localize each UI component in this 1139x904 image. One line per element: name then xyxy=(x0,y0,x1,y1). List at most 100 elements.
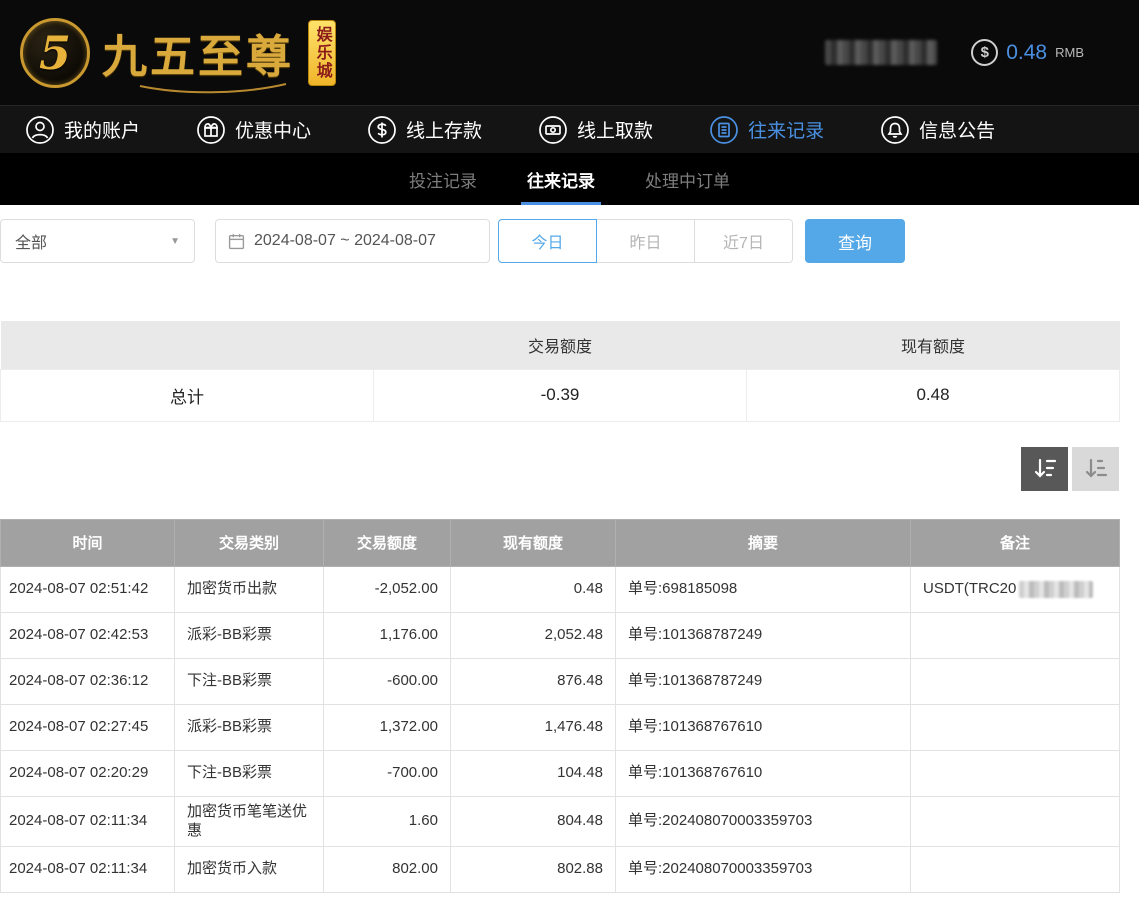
table-row: 2024-08-07 02:11:34 加密货币入款 802.00 802.88… xyxy=(1,846,1120,892)
nav-label: 线上存款 xyxy=(406,116,482,143)
nav-item-deposit[interactable]: 线上存款 xyxy=(367,115,482,145)
table-row: 2024-08-07 02:51:42 加密货币出款 -2,052.00 0.4… xyxy=(1,566,1120,612)
col-header-time: 时间 xyxy=(1,519,175,566)
brand-logo[interactable]: 5 九五至尊 娱乐城 xyxy=(20,18,336,88)
cell-remark: USDT(TRC20 xyxy=(911,566,1120,612)
cell-time: 2024-08-07 02:36:12 xyxy=(1,658,175,704)
cell-time: 2024-08-07 02:51:42 xyxy=(1,566,175,612)
nav-label: 往来记录 xyxy=(748,116,824,143)
cell-balance: 2,052.48 xyxy=(451,612,616,658)
chevron-down-icon: ▼ xyxy=(170,236,180,247)
cell-summary: 单号:101368767610 xyxy=(616,704,911,750)
summary-header-transaction: 交易额度 xyxy=(374,321,747,369)
nav-label: 线上取款 xyxy=(577,116,653,143)
tab-processing-orders[interactable]: 处理中订单 xyxy=(639,153,736,205)
summary-total-balance: 0.48 xyxy=(747,369,1120,421)
col-header-summary: 摘要 xyxy=(616,519,911,566)
cell-amount: -600.00 xyxy=(324,658,451,704)
cell-summary: 单号:101368787249 xyxy=(616,612,911,658)
gift-icon xyxy=(196,115,226,145)
deposit-icon xyxy=(367,115,397,145)
cell-balance: 802.88 xyxy=(451,846,616,892)
quick-today-button[interactable]: 今日 xyxy=(498,219,597,263)
cell-remark xyxy=(911,704,1120,750)
nav-item-withdraw[interactable]: 线上取款 xyxy=(538,115,653,145)
cell-type: 下注-BB彩票 xyxy=(175,750,324,796)
cell-amount: 1,372.00 xyxy=(324,704,451,750)
balance[interactable]: $ 0.48 RMB xyxy=(971,39,1084,66)
table-row: 2024-08-07 02:20:29 下注-BB彩票 -700.00 104.… xyxy=(1,750,1120,796)
cell-amount: -700.00 xyxy=(324,750,451,796)
record-tabs: 投注记录 往来记录 处理中订单 xyxy=(0,153,1139,205)
cell-summary: 单号:202408070003359703 xyxy=(616,846,911,892)
cell-balance: 104.48 xyxy=(451,750,616,796)
quick-yesterday-button[interactable]: 昨日 xyxy=(596,219,695,263)
col-header-balance: 现有额度 xyxy=(451,519,616,566)
cell-time: 2024-08-07 02:20:29 xyxy=(1,750,175,796)
col-header-amount: 交易额度 xyxy=(324,519,451,566)
cell-time: 2024-08-07 02:42:53 xyxy=(1,612,175,658)
page: 5 九五至尊 娱乐城 $ 0.48 RMB 我的账户 xyxy=(0,0,1139,893)
censored-text xyxy=(1019,581,1093,598)
quick-last7days-button[interactable]: 近7日 xyxy=(694,219,793,263)
sort-descending-icon xyxy=(1032,457,1058,481)
cell-summary: 单号:202408070003359703 xyxy=(616,796,911,846)
brand-flourish-icon xyxy=(138,82,288,94)
cell-balance: 1,476.48 xyxy=(451,704,616,750)
withdraw-icon xyxy=(538,115,568,145)
cell-remark xyxy=(911,796,1120,846)
main-nav: 我的账户 优惠中心 线上存款 xyxy=(0,105,1139,153)
date-range-input[interactable]: 2024-08-07 ~ 2024-08-07 xyxy=(215,219,490,263)
brand-glyph-icon: 5 xyxy=(20,18,90,88)
cell-type: 加密货币出款 xyxy=(175,566,324,612)
username-censored xyxy=(825,40,937,65)
coin-icon: $ xyxy=(971,39,998,66)
cell-balance: 804.48 xyxy=(451,796,616,846)
cell-time: 2024-08-07 02:27:45 xyxy=(1,704,175,750)
records-header-row: 时间 交易类别 交易额度 现有额度 摘要 备注 xyxy=(1,519,1120,566)
summary-header-empty xyxy=(1,321,374,369)
summary-header-balance: 现有额度 xyxy=(747,321,1120,369)
cell-amount: 1.60 xyxy=(324,796,451,846)
cell-remark xyxy=(911,658,1120,704)
cell-balance: 0.48 xyxy=(451,566,616,612)
nav-item-announcements[interactable]: 信息公告 xyxy=(880,115,995,145)
col-header-type: 交易类别 xyxy=(175,519,324,566)
table-row: 2024-08-07 02:36:12 下注-BB彩票 -600.00 876.… xyxy=(1,658,1120,704)
type-filter-select[interactable]: 全部 ▼ xyxy=(0,219,195,263)
tab-betting-records[interactable]: 投注记录 xyxy=(403,153,483,205)
sort-ascending-button[interactable] xyxy=(1072,447,1119,491)
cell-summary: 单号:698185098 xyxy=(616,566,911,612)
summary-header-row: 交易额度 现有额度 xyxy=(1,321,1120,369)
brand-name: 九五至尊 xyxy=(102,20,294,85)
nav-label: 信息公告 xyxy=(919,116,995,143)
nav-item-my-account[interactable]: 我的账户 xyxy=(25,115,140,145)
col-header-remark: 备注 xyxy=(911,519,1120,566)
records-table: 时间 交易类别 交易额度 现有额度 摘要 备注 2024-08-07 02:51… xyxy=(0,519,1120,893)
sort-controls xyxy=(0,447,1139,491)
date-range-value: 2024-08-07 ~ 2024-08-07 xyxy=(254,232,436,250)
cell-type: 下注-BB彩票 xyxy=(175,658,324,704)
search-button[interactable]: 查询 xyxy=(805,219,905,263)
cell-summary: 单号:101368767610 xyxy=(616,750,911,796)
summary-table: 交易额度 现有额度 总计 -0.39 0.48 xyxy=(0,321,1120,422)
calendar-icon xyxy=(228,233,245,250)
quick-range-group: 今日 昨日 近7日 xyxy=(498,219,793,263)
balance-amount: 0.48 xyxy=(1006,41,1047,65)
cell-remark xyxy=(911,612,1120,658)
cell-type: 派彩-BB彩票 xyxy=(175,704,324,750)
cell-balance: 876.48 xyxy=(451,658,616,704)
nav-label: 优惠中心 xyxy=(235,116,311,143)
sort-ascending-icon xyxy=(1083,457,1109,481)
summary-total-label: 总计 xyxy=(1,369,374,421)
cell-amount: -2,052.00 xyxy=(324,566,451,612)
remark-text: USDT(TRC20 xyxy=(923,580,1016,597)
nav-item-transaction-records[interactable]: 往来记录 xyxy=(709,115,824,145)
tab-transaction-records[interactable]: 往来记录 xyxy=(521,153,601,205)
cell-time: 2024-08-07 02:11:34 xyxy=(1,796,175,846)
account-area: $ 0.48 RMB xyxy=(825,39,1084,66)
nav-label: 我的账户 xyxy=(64,116,140,143)
cell-remark xyxy=(911,750,1120,796)
sort-descending-button[interactable] xyxy=(1021,447,1068,491)
nav-item-promotions[interactable]: 优惠中心 xyxy=(196,115,311,145)
